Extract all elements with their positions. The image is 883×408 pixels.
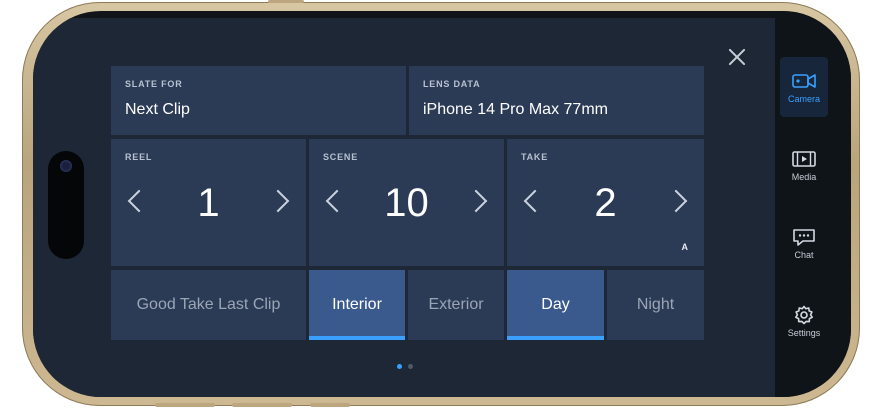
phone-side-button xyxy=(155,403,215,407)
slate-for-value: Next Clip xyxy=(125,101,190,118)
rail-item-chat[interactable]: Chat xyxy=(780,213,828,273)
lens-data-card[interactable]: LENS DATA iPhone 14 Pro Max 77mm xyxy=(409,66,704,135)
phone-side-button xyxy=(232,403,292,407)
video-camera-icon xyxy=(791,71,817,91)
day-toggle[interactable]: Day xyxy=(507,270,604,340)
night-toggle[interactable]: Night xyxy=(607,270,704,340)
lens-data-label: LENS DATA xyxy=(423,79,481,89)
reel-counter: REEL 1 xyxy=(111,139,306,266)
phone-screen: SLATE FOR Next Clip LENS DATA iPhone 14 … xyxy=(33,11,851,397)
scene-label: SCENE xyxy=(323,152,359,162)
good-take-last-clip-label: Good Take Last Clip xyxy=(136,296,281,313)
page-indicator xyxy=(397,364,413,369)
take-suffix-label: A xyxy=(681,242,689,252)
rail-item-media[interactable]: Media xyxy=(780,135,828,195)
interior-label: Interior xyxy=(332,296,382,313)
close-button[interactable] xyxy=(725,45,749,69)
reel-label: REEL xyxy=(125,152,153,162)
lens-data-value: iPhone 14 Pro Max 77mm xyxy=(423,101,608,118)
rail-item-settings[interactable]: Settings xyxy=(780,291,828,351)
take-counter: TAKE 2 A xyxy=(507,139,704,266)
good-take-last-clip-toggle[interactable]: Good Take Last Clip xyxy=(111,270,306,340)
day-label: Day xyxy=(541,296,570,313)
page-dot[interactable] xyxy=(397,364,402,369)
right-navigation-rail: Camera Media Chat Settings xyxy=(775,11,851,397)
front-camera-icon xyxy=(60,160,72,172)
phone-side-button xyxy=(268,0,304,3)
slate-for-label: SLATE FOR xyxy=(125,79,183,89)
slate-for-card[interactable]: SLATE FOR Next Clip xyxy=(111,66,406,135)
phone-side-button xyxy=(310,403,350,407)
rail-label-camera: Camera xyxy=(787,93,820,104)
night-label: Night xyxy=(636,296,675,313)
rail-item-camera[interactable]: Camera xyxy=(780,57,828,117)
gear-icon xyxy=(791,305,817,325)
page-dot[interactable] xyxy=(408,364,413,369)
scene-counter: SCENE 10 xyxy=(309,139,504,266)
dynamic-island xyxy=(48,151,84,259)
take-label: TAKE xyxy=(521,152,549,162)
chat-bubble-icon xyxy=(791,227,817,247)
interior-toggle[interactable]: Interior xyxy=(309,270,405,340)
exterior-toggle[interactable]: Exterior xyxy=(408,270,504,340)
rail-label-media: Media xyxy=(791,171,817,182)
exterior-label: Exterior xyxy=(428,296,484,313)
rail-label-settings: Settings xyxy=(787,327,821,338)
rail-label-chat: Chat xyxy=(794,249,814,260)
film-strip-icon xyxy=(791,149,817,169)
